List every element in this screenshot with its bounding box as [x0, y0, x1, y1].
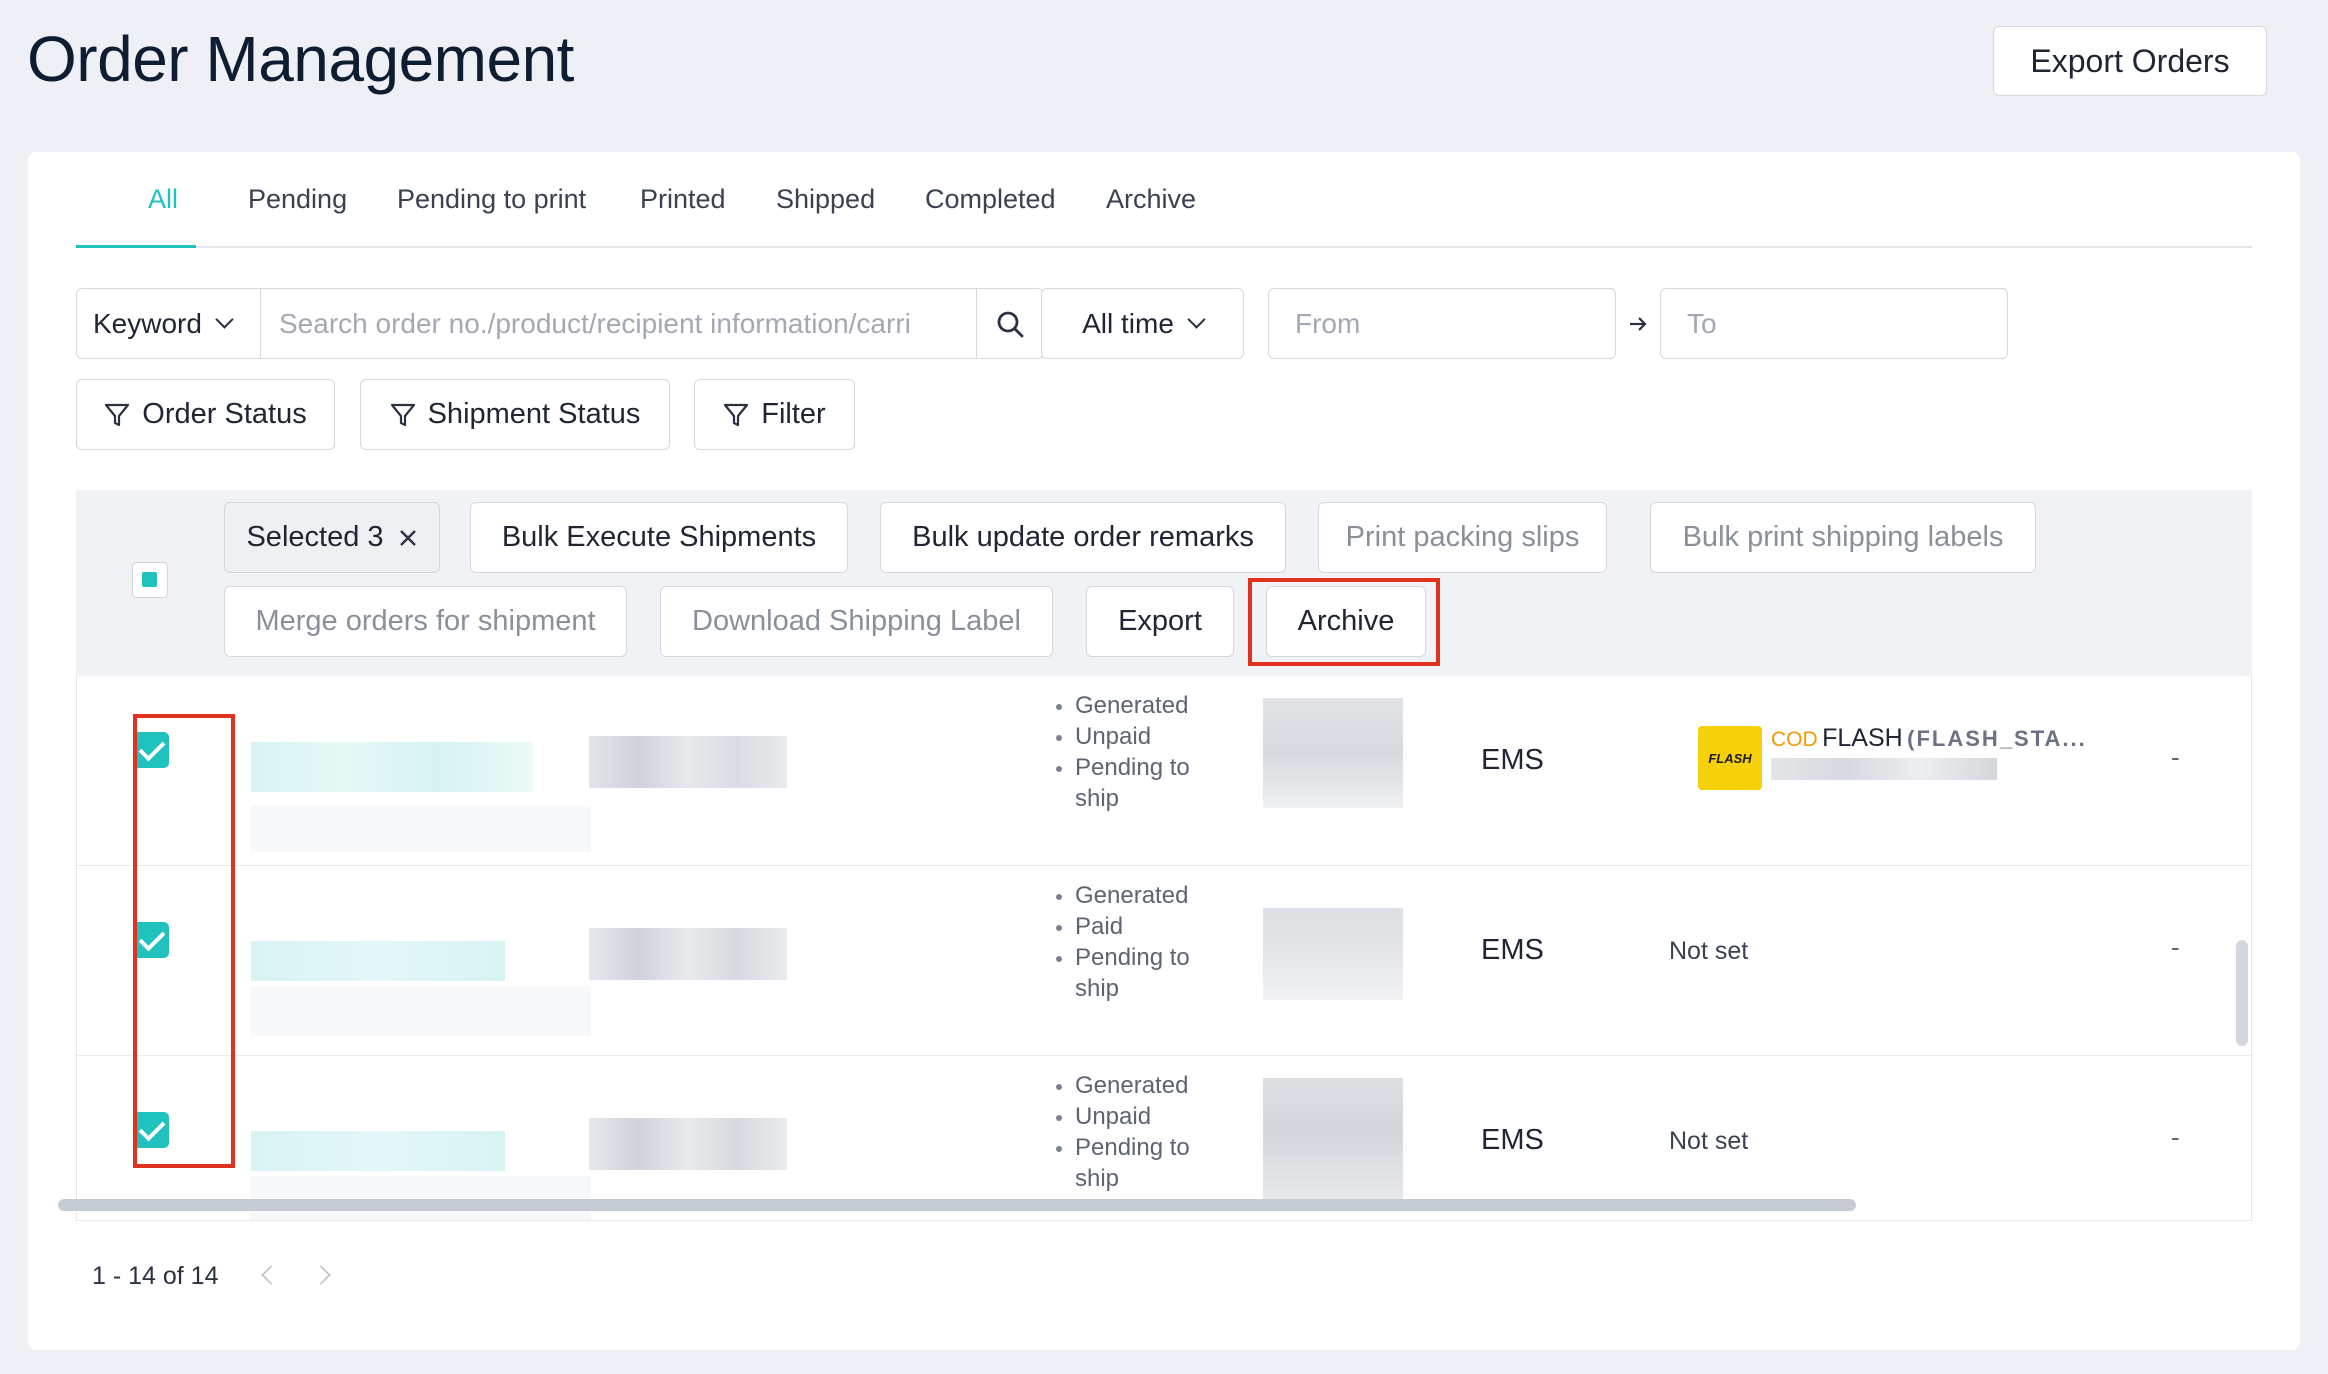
- order-statuses: Generated Paid Pending to ship: [1053, 880, 1223, 1004]
- order-number-redacted: [251, 742, 533, 792]
- logistics-provider: COD FLASH (FLASH_STA...: [1771, 724, 2087, 753]
- logistics-name: FLASH: [1822, 724, 1903, 752]
- arrow-right-icon: [1630, 317, 1647, 331]
- tab-all[interactable]: All: [148, 184, 178, 215]
- archive-highlight-box: [1248, 578, 1440, 666]
- order-status-filter-button[interactable]: Order Status: [76, 379, 335, 450]
- table-row: Generated Unpaid Pending to ship EMS FLA…: [77, 676, 2251, 866]
- export-orders-button[interactable]: Export Orders: [1993, 26, 2267, 96]
- carrier-label: EMS: [1481, 1124, 1544, 1156]
- order-info-redacted: [251, 986, 591, 1036]
- product-redacted: [589, 1118, 787, 1170]
- tab-completed[interactable]: Completed: [925, 184, 1056, 215]
- orders-table: Generated Unpaid Pending to ship EMS FLA…: [76, 676, 2252, 1221]
- logistics-code: (FLASH_STA...: [1907, 726, 2087, 751]
- product-redacted: [589, 736, 787, 788]
- flash-logo: FLASH: [1698, 726, 1762, 790]
- recipient-redacted: [1263, 908, 1403, 1000]
- pagination-range: 1 - 14 of 14: [92, 1262, 219, 1290]
- bulk-update-remarks-button[interactable]: Bulk update order remarks: [880, 502, 1286, 573]
- bulk-execute-shipments-button[interactable]: Bulk Execute Shipments: [470, 502, 848, 573]
- status-item: Paid: [1053, 911, 1223, 942]
- vertical-scrollbar[interactable]: [2236, 940, 2248, 1046]
- status-item: Pending to ship: [1053, 942, 1223, 1004]
- search-icon: [997, 311, 1024, 337]
- horizontal-scrollbar[interactable]: [58, 1199, 1856, 1211]
- tracking-redacted: [1771, 758, 1997, 780]
- remark-value: -: [2171, 932, 2180, 962]
- carrier-label: EMS: [1481, 934, 1544, 966]
- print-packing-slips-button[interactable]: Print packing slips: [1318, 502, 1607, 573]
- logistics-value: Not set: [1669, 937, 1749, 965]
- order-number-redacted: [251, 1131, 505, 1171]
- tab-archive[interactable]: Archive: [1106, 184, 1196, 215]
- table-row: Generated Paid Pending to ship EMS Not s…: [77, 866, 2251, 1056]
- selected-count-chip: Selected 3: [224, 502, 440, 573]
- status-item: Generated: [1053, 690, 1223, 721]
- bulk-print-shipping-labels-button[interactable]: Bulk print shipping labels: [1650, 502, 2036, 573]
- chevron-down-icon: [1187, 310, 1206, 329]
- table-row: Generated Unpaid Pending to ship EMS Not…: [77, 1056, 2251, 1220]
- status-item: Generated: [1053, 880, 1223, 911]
- filter-button[interactable]: Filter: [694, 379, 855, 450]
- remark-value: -: [2171, 742, 2180, 772]
- order-info-redacted: [251, 806, 591, 852]
- date-from-input[interactable]: From: [1268, 288, 1616, 359]
- time-range-select[interactable]: All time: [1041, 288, 1244, 359]
- active-tab-indicator: [76, 245, 196, 248]
- export-button[interactable]: Export: [1086, 586, 1234, 657]
- date-to-input[interactable]: To: [1660, 288, 2008, 359]
- remark-value: -: [2171, 1122, 2180, 1152]
- order-number-redacted: [251, 941, 505, 981]
- orders-card: All Pending Pending to print Printed Shi…: [28, 152, 2300, 1350]
- status-item: Unpaid: [1053, 721, 1223, 752]
- tab-shipped[interactable]: Shipped: [776, 184, 875, 215]
- merge-orders-button[interactable]: Merge orders for shipment: [224, 586, 627, 657]
- shipment-status-filter-button[interactable]: Shipment Status: [360, 379, 670, 450]
- close-icon[interactable]: [398, 528, 418, 548]
- filter-label: Filter: [761, 398, 826, 430]
- status-item: Pending to ship: [1053, 1132, 1223, 1194]
- status-item: Pending to ship: [1053, 752, 1223, 814]
- select-all-checkbox[interactable]: [132, 562, 168, 598]
- recipient-redacted: [1263, 1078, 1403, 1210]
- tab-pending-to-print[interactable]: Pending to print: [397, 184, 586, 215]
- filter-icon: [724, 403, 749, 426]
- cod-badge: COD: [1771, 728, 1818, 751]
- order-status-label: Order Status: [142, 398, 307, 430]
- search-placeholder: Search order no./product/recipient infor…: [279, 307, 911, 339]
- chevron-down-icon: [215, 310, 234, 329]
- download-shipping-label-button[interactable]: Download Shipping Label: [660, 586, 1053, 657]
- search-button[interactable]: [976, 288, 1044, 359]
- date-to-placeholder: To: [1687, 307, 1717, 339]
- filter-icon: [105, 403, 130, 426]
- keyword-select[interactable]: Keyword: [76, 288, 262, 359]
- logistics-value: Not set: [1669, 1127, 1749, 1155]
- recipient-redacted: [1263, 698, 1403, 808]
- search-input[interactable]: Search order no./product/recipient infor…: [260, 288, 978, 359]
- selected-count-label: Selected 3: [246, 521, 384, 553]
- filter-icon: [390, 403, 415, 426]
- carrier-label: EMS: [1481, 744, 1544, 776]
- product-redacted: [589, 928, 787, 980]
- order-statuses: Generated Unpaid Pending to ship: [1053, 1070, 1223, 1194]
- tab-printed[interactable]: Printed: [640, 184, 726, 215]
- status-item: Unpaid: [1053, 1101, 1223, 1132]
- shipment-status-label: Shipment Status: [427, 398, 641, 430]
- page-title: Order Management: [27, 23, 574, 95]
- order-statuses: Generated Unpaid Pending to ship: [1053, 690, 1223, 814]
- checkbox-column-highlight: [133, 714, 235, 1168]
- time-range-label: All time: [1082, 307, 1174, 339]
- date-from-placeholder: From: [1295, 307, 1361, 339]
- status-tabs: All Pending Pending to print Printed Shi…: [76, 152, 2252, 248]
- status-item: Generated: [1053, 1070, 1223, 1101]
- tab-pending[interactable]: Pending: [248, 184, 347, 215]
- keyword-select-label: Keyword: [93, 307, 202, 339]
